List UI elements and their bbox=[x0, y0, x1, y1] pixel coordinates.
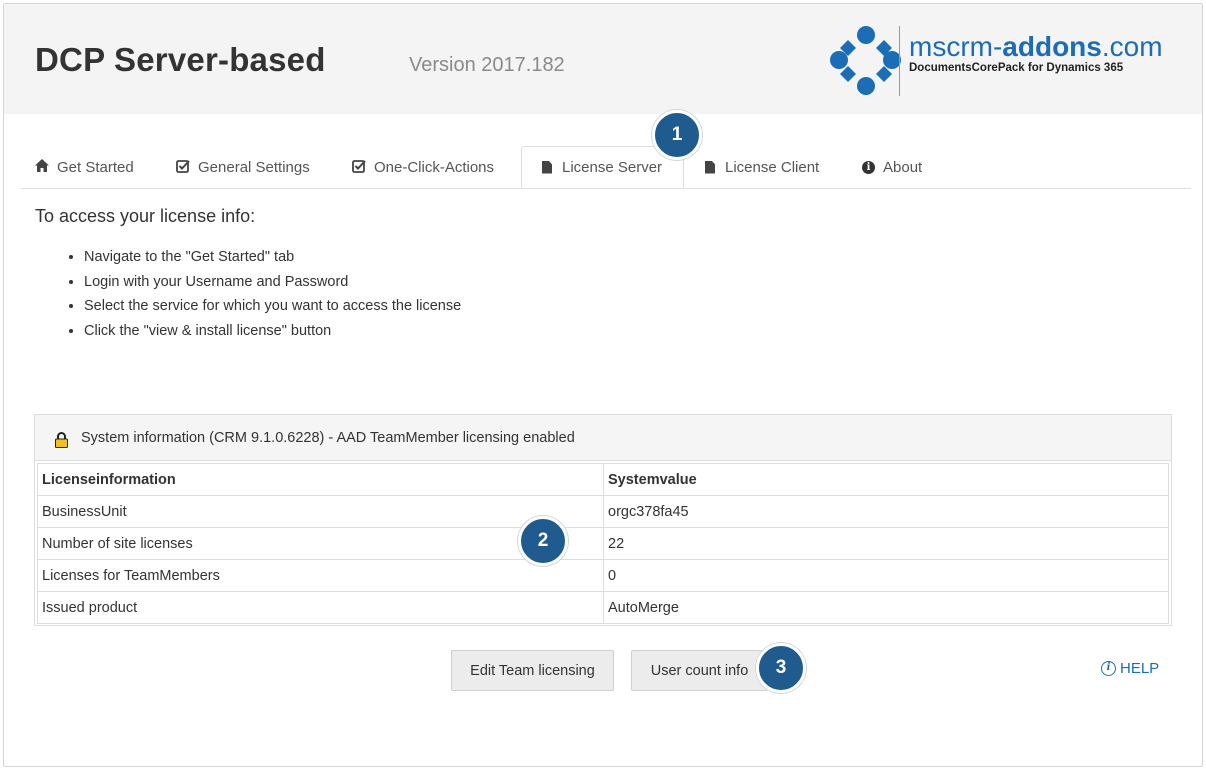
row-label: BusinessUnit bbox=[37, 495, 604, 528]
home-icon bbox=[35, 159, 49, 175]
panel-title: System information (CRM 9.1.0.6228) - AA… bbox=[81, 430, 575, 446]
intro-heading: To access your license info: bbox=[35, 206, 256, 226]
user-count-info-button[interactable]: User count info bbox=[631, 650, 768, 691]
tab-label: General Settings bbox=[198, 158, 310, 176]
table-row: BusinessUnit orgc378fa45 bbox=[37, 495, 1169, 528]
tab-label: About bbox=[883, 158, 923, 176]
row-value: orgc378fa45 bbox=[603, 495, 1169, 528]
tab-label: One-Click-Actions bbox=[374, 158, 495, 176]
callout-marker-2: 2 bbox=[518, 516, 568, 566]
help-label: HELP bbox=[1120, 660, 1160, 677]
list-item: Click the "view & install license" butto… bbox=[84, 323, 461, 348]
help-link[interactable]: i HELP bbox=[1101, 660, 1159, 677]
tab-label: Get Started bbox=[57, 158, 134, 176]
row-value: 22 bbox=[603, 527, 1169, 560]
tab-license-client[interactable]: License Client bbox=[705, 146, 819, 188]
logo-name: mscrm-addons.com bbox=[909, 31, 1163, 62]
info-icon: i bbox=[862, 160, 875, 174]
tab-bar: Get Started General Settings One-Click-A… bbox=[21, 146, 1191, 189]
info-circle-icon: i bbox=[1101, 661, 1116, 676]
logo-separator bbox=[899, 26, 900, 96]
app-window: DCP Server-based Version 2017.182 mscrm-… bbox=[3, 3, 1203, 767]
edit-team-licensing-button[interactable]: Edit Team licensing bbox=[451, 650, 614, 691]
column-header: Licenseinformation bbox=[37, 463, 604, 496]
instruction-list: Navigate to the "Get Started" tab Login … bbox=[64, 249, 461, 347]
page-header: DCP Server-based Version 2017.182 mscrm-… bbox=[4, 4, 1202, 114]
callout-marker-1: 1 bbox=[652, 110, 702, 160]
tab-get-started[interactable]: Get Started bbox=[35, 146, 134, 188]
tab-about[interactable]: i About bbox=[862, 146, 922, 188]
row-label: Licenses for TeamMembers bbox=[37, 559, 604, 592]
check-square-icon bbox=[352, 159, 366, 176]
table-row: Issued product AutoMerge bbox=[37, 591, 1169, 624]
callout-marker-3: 3 bbox=[756, 643, 806, 693]
list-item: Select the service for which you want to… bbox=[84, 298, 461, 323]
row-value: 0 bbox=[603, 559, 1169, 592]
column-header: Systemvalue bbox=[603, 463, 1169, 496]
license-table: Licenseinformation Systemvalue BusinessU… bbox=[37, 463, 1169, 624]
tab-one-click-actions[interactable]: One-Click-Actions bbox=[352, 146, 494, 188]
list-item: Navigate to the "Get Started" tab bbox=[84, 249, 461, 274]
table-row: Licenses for TeamMembers 0 bbox=[37, 559, 1169, 592]
table-row: Number of site licenses 22 bbox=[37, 527, 1169, 560]
document-icon bbox=[705, 160, 715, 174]
panel-header: System information (CRM 9.1.0.6228) - AA… bbox=[35, 415, 1171, 461]
app-title: DCP Server-based bbox=[35, 41, 326, 78]
row-label: Issued product bbox=[37, 591, 604, 624]
logo-tagline: DocumentsCorePack for Dynamics 365 bbox=[909, 62, 1124, 74]
lock-icon bbox=[55, 432, 68, 448]
tab-label: License Server bbox=[562, 158, 663, 176]
list-item: Login with your Username and Password bbox=[84, 274, 461, 299]
document-icon bbox=[542, 160, 552, 174]
table-header-row: Licenseinformation Systemvalue bbox=[37, 463, 1169, 496]
tab-general-settings[interactable]: General Settings bbox=[176, 146, 310, 188]
app-version: Version 2017.182 bbox=[409, 54, 565, 76]
row-value: AutoMerge bbox=[603, 591, 1169, 624]
system-info-panel: System information (CRM 9.1.0.6228) - AA… bbox=[34, 414, 1172, 626]
tab-label: License Client bbox=[725, 158, 820, 176]
check-square-icon bbox=[176, 159, 190, 176]
